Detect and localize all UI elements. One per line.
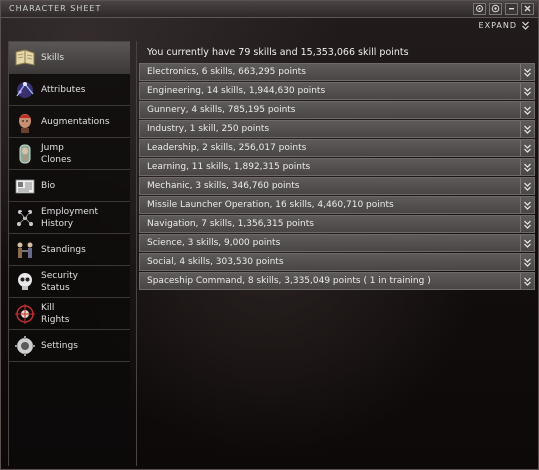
sidebar-item-security-status[interactable]: Security Status <box>9 266 130 298</box>
settings-button[interactable] <box>473 3 486 15</box>
sidebar-item-label: Augmentations <box>41 116 110 127</box>
window-controls <box>473 3 534 15</box>
sidebar-item-standings[interactable]: Standings <box>9 234 130 266</box>
close-button[interactable] <box>521 3 534 15</box>
expand-label: EXPAND <box>478 21 517 30</box>
skill-group-row[interactable]: Navigation, 7 skills, 1,356,315 points <box>139 215 535 233</box>
help-icon <box>491 4 500 13</box>
title-bar[interactable]: CHARACTER SHEET <box>1 1 538 18</box>
expand-row-button[interactable] <box>520 197 534 213</box>
double-chevron-down-icon <box>524 106 531 115</box>
skill-group-label: Engineering, 14 skills, 1,944,630 points <box>147 86 326 96</box>
skill-group-label: Science, 3 skills, 9,000 points <box>147 238 281 248</box>
sidebar-item-bio[interactable]: Bio <box>9 170 130 202</box>
sidebar-item-skills[interactable]: Skills <box>9 42 130 74</box>
expand-row-button[interactable] <box>520 102 534 118</box>
double-chevron-down-icon <box>524 220 531 229</box>
sidebar-item-label: Jump Clones <box>41 142 72 165</box>
double-chevron-down-icon <box>524 201 531 210</box>
expand-row-button[interactable] <box>520 140 534 156</box>
minimize-icon <box>509 8 514 10</box>
skill-group-label: Learning, 11 skills, 1,892,315 points <box>147 162 311 172</box>
skill-group-label: Electronics, 6 skills, 663,295 points <box>147 67 306 77</box>
skill-group-row[interactable]: Spaceship Command, 8 skills, 3,335,049 p… <box>139 272 535 290</box>
expand-row-button[interactable] <box>520 235 534 251</box>
skills-panel: You currently have 79 skills and 15,353,… <box>136 41 535 466</box>
sidebar-item-label: Skills <box>41 52 65 63</box>
skill-group-row[interactable]: Gunnery, 4 skills, 785,195 points <box>139 101 535 119</box>
double-chevron-down-icon <box>524 163 531 172</box>
sidebar-item-kill-rights[interactable]: Kill Rights <box>9 298 130 330</box>
skill-group-label: Navigation, 7 skills, 1,356,315 points <box>147 219 314 229</box>
kill-rights-icon <box>13 302 37 326</box>
close-icon <box>524 5 531 12</box>
expand-button[interactable]: EXPAND <box>479 21 530 30</box>
bio-icon <box>13 174 37 198</box>
sidebar-item-label: Security Status <box>41 270 78 293</box>
skill-group-row[interactable]: Science, 3 skills, 9,000 points <box>139 234 535 252</box>
skill-group-row[interactable]: Social, 4 skills, 303,530 points <box>139 253 535 271</box>
expand-row-button[interactable] <box>520 216 534 232</box>
skill-group-row[interactable]: Industry, 1 skill, 250 points <box>139 120 535 138</box>
sidebar-item-augmentations[interactable]: Augmentations <box>9 106 130 138</box>
expand-row-button[interactable] <box>520 178 534 194</box>
skills-summary: You currently have 79 skills and 15,353,… <box>147 47 409 58</box>
book-icon <box>13 46 37 70</box>
sidebar-item-label: Standings <box>41 244 86 255</box>
settings-icon <box>476 5 483 12</box>
expand-row-button[interactable] <box>520 159 534 175</box>
help-button[interactable] <box>489 3 502 15</box>
sidebar-item-attributes[interactable]: Attributes <box>9 74 130 106</box>
expand-row-button[interactable] <box>520 121 534 137</box>
double-chevron-down-icon <box>524 125 531 134</box>
sidebar-item-jump-clones[interactable]: Jump Clones <box>9 138 130 170</box>
sidebar-item-label: Bio <box>41 180 56 191</box>
skill-group-row[interactable]: Electronics, 6 skills, 663,295 points <box>139 63 535 81</box>
sidebar-item-label: Employment History <box>41 206 99 229</box>
double-chevron-down-icon <box>524 87 531 96</box>
window-title: CHARACTER SHEET <box>9 4 102 13</box>
skill-group-row[interactable]: Engineering, 14 skills, 1,944,630 points <box>139 82 535 100</box>
augmentations-icon <box>13 110 37 134</box>
jump-clones-icon <box>13 142 37 166</box>
double-chevron-down-icon <box>524 68 531 77</box>
minimize-button[interactable] <box>505 3 518 15</box>
double-chevron-down-icon <box>524 144 531 153</box>
sidebar-item-label: Settings <box>41 340 78 351</box>
sidebar: Skills Attributes Augmentations Jump Clo… <box>8 41 130 466</box>
double-chevron-down-icon <box>524 239 531 248</box>
sidebar-item-employment-history[interactable]: Employment History <box>9 202 130 234</box>
employment-icon <box>13 206 37 230</box>
sidebar-item-label: Kill Rights <box>41 302 70 325</box>
security-icon <box>13 270 37 294</box>
double-chevron-down-icon <box>524 258 531 267</box>
attributes-icon <box>13 78 37 102</box>
double-chevron-down-icon <box>524 277 531 286</box>
skill-group-row[interactable]: Leadership, 2 skills, 256,017 points <box>139 139 535 157</box>
skill-group-row[interactable]: Missile Launcher Operation, 16 skills, 4… <box>139 196 535 214</box>
standings-icon <box>13 238 37 262</box>
skill-group-label: Social, 4 skills, 303,530 points <box>147 257 284 267</box>
skill-group-label: Spaceship Command, 8 skills, 3,335,049 p… <box>147 276 431 286</box>
double-chevron-down-icon <box>522 21 529 30</box>
settings-icon <box>13 334 37 358</box>
skill-group-label: Leadership, 2 skills, 256,017 points <box>147 143 307 153</box>
expand-row-button[interactable] <box>520 83 534 99</box>
double-chevron-down-icon <box>524 182 531 191</box>
sidebar-item-label: Attributes <box>41 84 86 95</box>
character-sheet-window: CHARACTER SHEET EXPAND Skills Attributes… <box>0 0 539 470</box>
expand-row-button[interactable] <box>520 64 534 80</box>
skill-group-label: Missile Launcher Operation, 16 skills, 4… <box>147 200 394 210</box>
skill-group-row[interactable]: Learning, 11 skills, 1,892,315 points <box>139 158 535 176</box>
skill-group-label: Industry, 1 skill, 250 points <box>147 124 270 134</box>
expand-row-button[interactable] <box>520 254 534 270</box>
expand-row-button[interactable] <box>520 273 534 289</box>
sidebar-item-settings[interactable]: Settings <box>9 330 130 362</box>
skill-group-row[interactable]: Mechanic, 3 skills, 346,760 points <box>139 177 535 195</box>
skill-group-label: Mechanic, 3 skills, 346,760 points <box>147 181 300 191</box>
skill-group-list: Electronics, 6 skills, 663,295 points En… <box>139 63 535 291</box>
skill-group-label: Gunnery, 4 skills, 785,195 points <box>147 105 296 115</box>
